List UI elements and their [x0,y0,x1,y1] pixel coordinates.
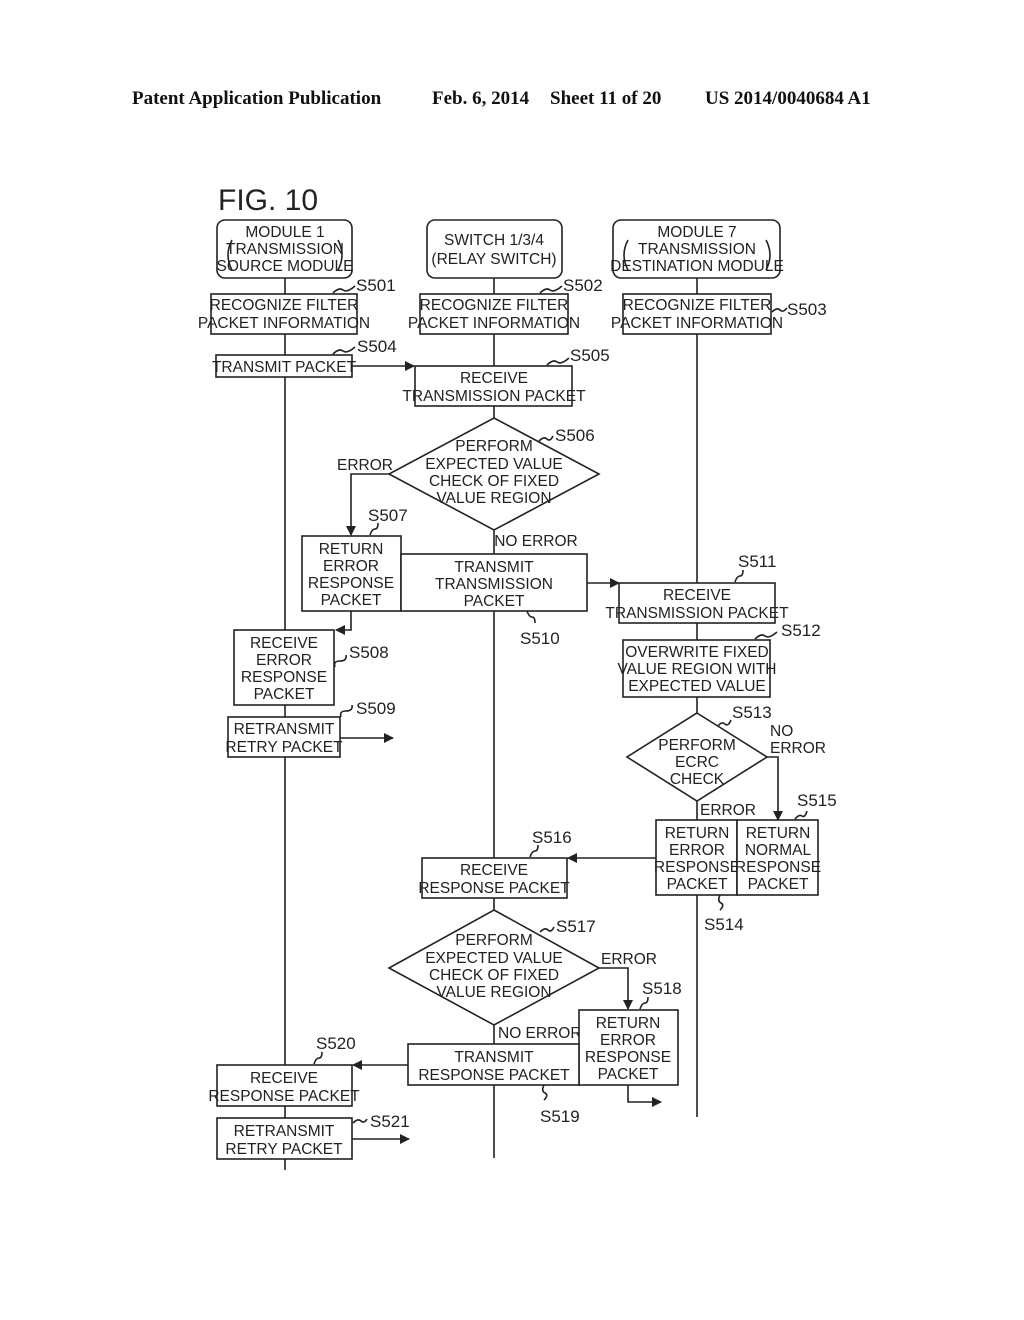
step-s501: RECOGNIZE FILTER PACKET INFORMATION S501 [198,276,396,335]
step-id: S511 [738,552,776,571]
svg-text:RETURNNORMALRESPONSEPACKET: RETURN NORMAL RESPONSE PACKET [735,825,821,893]
figure-title: FIG. 10 [218,184,318,217]
step-s518: RETURN ERROR RESPONSE PACKET S518 [578,979,682,1086]
decision-s513: PERFORM ECRC CHECK S513 [625,703,772,802]
step-id: S512 [781,621,821,640]
svg-text:RECOGNIZE FILTERPACKET INFORMA: RECOGNIZE FILTER PACKET INFORMATION [611,297,783,332]
lane-header-switch: SWITCH 1/3/4 (RELAY SWITCH) [426,219,563,279]
branch-label-no-error: NO ERROR [494,533,578,550]
step-s516: RECEIVE RESPONSE PACKET S516 [418,828,572,899]
step-id: S513 [732,703,772,722]
step-s514: RETURN ERROR RESPONSE PACKET S514 [654,819,744,934]
svg-text:RETRANSMITRETRY PACKET: RETRANSMIT RETRY PACKET [225,1123,343,1158]
step-id: S508 [349,643,389,662]
svg-text:RECOGNIZE FILTERPACKET INFORMA: RECOGNIZE FILTER PACKET INFORMATION [198,297,370,332]
step-s512: OVERWRITE FIXED VALUE REGION WITH EXPECTED… [617,621,821,698]
step-id: S509 [356,699,396,718]
branch-label-error: ERROR [337,457,393,474]
svg-text:RECOGNIZE FILTERPACKET INFORMA: RECOGNIZE FILTER PACKET INFORMATION [408,297,580,332]
flowchart: FIG. 10 MODULE 1 TRANSMISSION SOURCE MODUL… [198,184,837,1170]
lane-header-module1: MODULE 1 TRANSMISSION SOURCE MODULE [216,219,353,279]
branch-label-error: ERROR [700,802,756,819]
svg-text:RETURNERRORRESPONSEPACKET: RETURN ERROR RESPONSE PACKET [308,541,394,609]
arrow-s506-error [346,473,389,536]
decision-s517: PERFORM EXPECTED VALUE CHECK OF FIXED VALUE… [387,909,601,1026]
svg-text:RETURNERRORRESPONSEPACKET: RETURN ERROR RESPONSE PACKET [654,825,740,893]
step-id: S520 [316,1034,356,1053]
svg-text:TRANSMIT PACKET: TRANSMIT PACKET [212,359,357,376]
step-id: S515 [797,791,837,810]
step-id: S502 [563,276,603,295]
step-s507: RETURN ERROR RESPONSE PACKET S507 [301,506,408,612]
step-id: S521 [370,1112,410,1131]
decision-s506: PERFORM EXPECTED VALUE CHECK OF FIXED VALUE… [387,417,601,531]
lane-header-module7: MODULE 7 TRANSMISSION DESTINATION MODULE [610,219,784,279]
step-id: S507 [368,506,408,525]
step-s508: RECEIVE ERROR RESPONSE PACKET S508 [233,629,389,706]
step-s503: RECOGNIZE FILTER PACKET INFORMATION S503 [611,293,827,335]
arrow-s513-no-error [767,756,783,821]
branch-label-error: ERROR [601,951,657,968]
svg-text:RETRANSMITRETRY PACKET: RETRANSMIT RETRY PACKET [225,721,343,756]
step-s509: RETRANSMIT RETRY PACKET S509 [225,699,396,758]
step-id: S518 [642,979,682,998]
arrow-s517-error [599,967,633,1010]
step-id: S517 [556,917,596,936]
step-id: S516 [532,828,572,847]
step-s505: RECEIVE TRANSMISSION PACKET S505 [402,346,610,407]
step-id: S519 [540,1107,580,1126]
step-s521: RETRANSMIT RETRY PACKET S521 [216,1112,410,1160]
arrow-s507-to-s508 [335,611,352,635]
step-id: S510 [520,629,560,648]
svg-text:OVERWRITE FIXEDVALUE REGION WI: OVERWRITE FIXED VALUE REGION WITH EXPECTED… [617,644,776,695]
arrow-s518-out [627,1085,662,1107]
step-id: S503 [787,300,827,319]
step-s502: RECOGNIZE FILTER PACKET INFORMATION S502 [408,276,603,335]
branch-label-no-error: NO ERROR [498,1025,582,1042]
step-id: S514 [704,915,744,934]
step-s504: TRANSMIT PACKET S504 [212,337,397,378]
step-id: S501 [356,276,396,295]
svg-text:RECEIVEERRORRESPONSEPACKET: RECEIVE ERROR RESPONSE PACKET [241,635,327,703]
step-id: S504 [357,337,397,356]
step-id: S505 [570,346,610,365]
svg-text:RETURNERRORRESPONSEPACKET: RETURN ERROR RESPONSE PACKET [585,1015,671,1083]
branch-label-no-error: NO ERROR [770,723,826,757]
step-id: S506 [555,426,595,445]
